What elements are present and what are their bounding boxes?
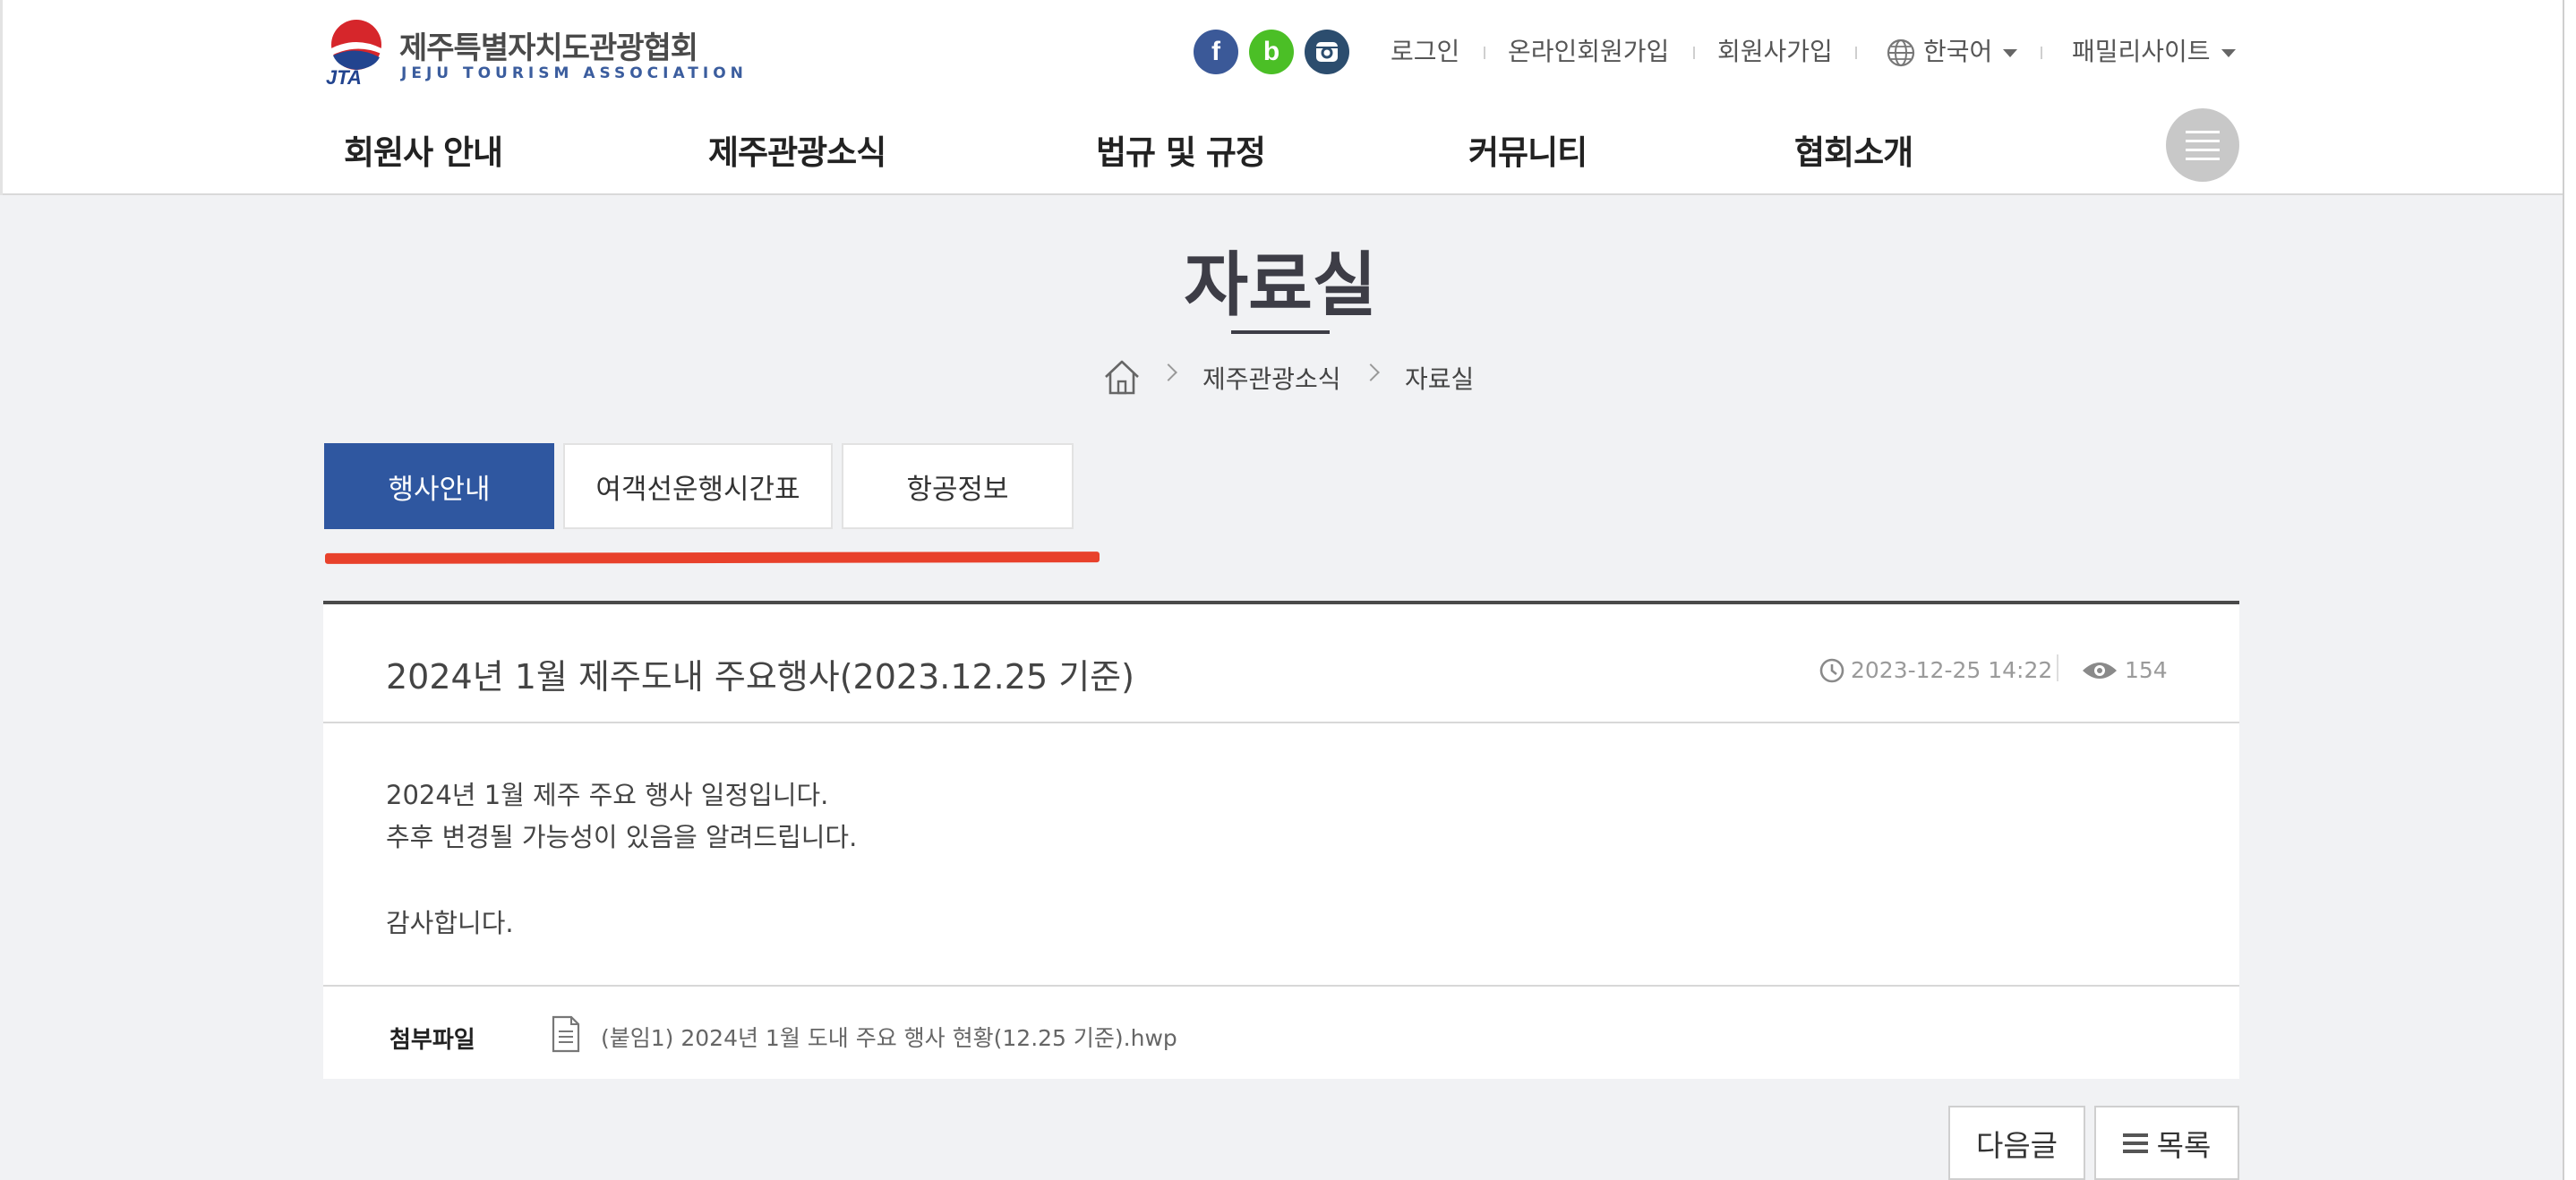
breadcrumb-separator-icon bbox=[1362, 363, 1380, 381]
globe-icon bbox=[1887, 38, 1915, 67]
body-divider bbox=[323, 985, 2239, 987]
next-post-button[interactable]: 다음글 bbox=[1948, 1106, 2085, 1180]
menu-icon-bar bbox=[2186, 130, 2220, 133]
breadcrumb-level1[interactable]: 제주관광소식 bbox=[1202, 360, 1341, 396]
util-divider bbox=[1484, 47, 1485, 59]
logo-korean-name: 제주특별자치도관광협회 bbox=[399, 30, 698, 66]
util-divider bbox=[1855, 47, 1857, 59]
clock-icon bbox=[1819, 658, 1844, 683]
jta-logo-icon: JTA bbox=[326, 20, 381, 86]
language-label: 한국어 bbox=[1923, 37, 1993, 66]
chevron-down-icon bbox=[2221, 48, 2236, 57]
list-icon bbox=[2122, 1133, 2148, 1153]
instagram-icon[interactable] bbox=[1305, 30, 1349, 74]
site-header: JTA 제주특별자치도관광협회 JEJU TOURISM ASSOCIATION… bbox=[0, 0, 2563, 195]
gnb-member-info[interactable]: 회원사 안내 bbox=[344, 125, 503, 174]
article-body-line: 추후 변경될 가능성이 있음을 알려드립니다. bbox=[386, 822, 858, 852]
language-select[interactable]: 한국어 bbox=[1886, 34, 2018, 70]
menu-icon-bar bbox=[2186, 157, 2220, 160]
gnb-about[interactable]: 협회소개 bbox=[1794, 125, 1913, 174]
tab-flight-info[interactable]: 항공정보 bbox=[842, 443, 1074, 529]
blog-icon[interactable]: b bbox=[1249, 30, 1294, 74]
breadcrumb-level2[interactable]: 자료실 bbox=[1405, 360, 1474, 396]
login-link[interactable]: 로그인 bbox=[1391, 34, 1459, 70]
article-title: 2024년 1월 제주도내 주요행사(2023.12.25 기준) bbox=[386, 657, 1134, 697]
chevron-down-icon bbox=[2003, 48, 2018, 57]
eye-icon bbox=[2083, 663, 2117, 679]
window-edge bbox=[2563, 0, 2576, 1180]
article-body-line: 2024년 1월 제주 주요 행사 일정입니다. bbox=[386, 780, 829, 810]
title-underline bbox=[1231, 330, 1330, 334]
family-site-label: 패밀리사이트 bbox=[2072, 37, 2211, 66]
logo-english-name: JEJU TOURISM ASSOCIATION bbox=[401, 64, 748, 82]
highlight-underline bbox=[324, 552, 1100, 564]
site-logo[interactable]: JTA 제주특별자치도관광협회 JEJU TOURISM ASSOCIATION bbox=[324, 14, 743, 90]
home-icon[interactable] bbox=[1102, 357, 1142, 397]
gnb-regulations[interactable]: 법규 및 규정 bbox=[1096, 125, 1266, 174]
menu-icon-bar bbox=[2186, 139, 2220, 142]
article-view: 2024년 1월 제주도내 주요행사(2023.12.25 기준) 2023-1… bbox=[323, 601, 2239, 1079]
meta-divider bbox=[2057, 654, 2058, 681]
util-divider bbox=[2041, 47, 2042, 59]
camera-icon bbox=[1316, 42, 1338, 62]
list-button-label: 목록 bbox=[2156, 1127, 2212, 1163]
breadcrumb-separator-icon bbox=[1160, 363, 1177, 381]
list-button[interactable]: 목록 bbox=[2094, 1106, 2239, 1180]
gnb-tourism-news[interactable]: 제주관광소식 bbox=[708, 125, 886, 174]
member-join-link[interactable]: 회원사가입 bbox=[1717, 34, 1833, 70]
file-icon bbox=[552, 1015, 580, 1053]
online-join-link[interactable]: 온라인회원가입 bbox=[1508, 34, 1669, 70]
article-views: 154 bbox=[2125, 657, 2168, 683]
gnb-community[interactable]: 커뮤니티 bbox=[1468, 125, 1588, 174]
window-edge bbox=[0, 0, 3, 195]
util-divider bbox=[1693, 47, 1695, 59]
attachment-label: 첨부파일 bbox=[389, 1027, 475, 1054]
tab-ferry-schedule[interactable]: 여객선운행시간표 bbox=[563, 443, 833, 529]
facebook-icon[interactable]: f bbox=[1194, 30, 1238, 74]
article-body-line: 감사합니다. bbox=[386, 908, 514, 938]
all-menu-button[interactable] bbox=[2166, 108, 2239, 182]
menu-icon-bar bbox=[2186, 148, 2220, 151]
header-divider bbox=[323, 722, 2239, 723]
article-date: 2023-12-25 14:22 bbox=[1851, 657, 2053, 683]
svg-text:JTA: JTA bbox=[326, 66, 362, 86]
tab-event-info[interactable]: 행사안내 bbox=[324, 443, 554, 529]
page-title: 자료실 bbox=[1184, 245, 1377, 326]
family-site-select[interactable]: 패밀리사이트 bbox=[2072, 34, 2236, 70]
attachment-file-link[interactable]: (붙임1) 2024년 1월 도내 주요 행사 현황(12.25 기준).hwp bbox=[601, 1021, 1177, 1053]
